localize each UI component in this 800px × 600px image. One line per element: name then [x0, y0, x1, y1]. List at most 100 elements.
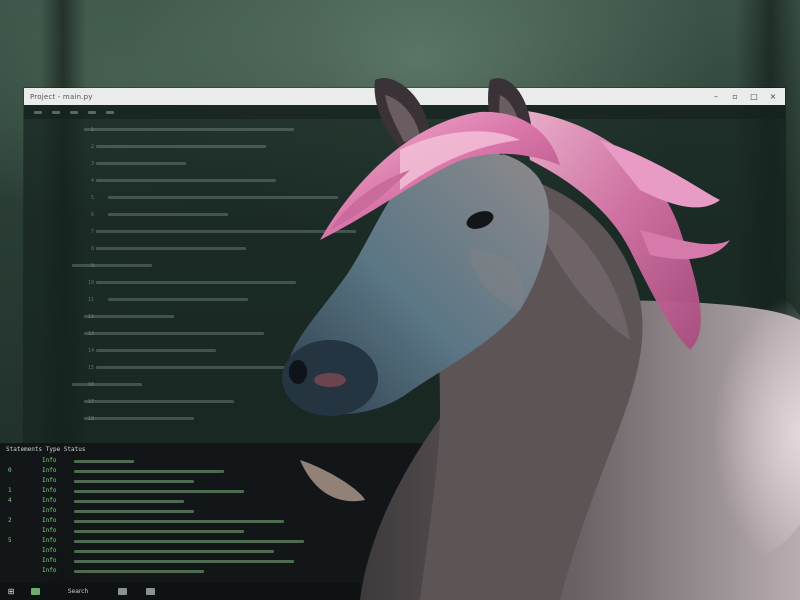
restore-icon[interactable]: ▫ — [729, 91, 741, 103]
browser-icon — [145, 588, 155, 595]
taskbar-app-button[interactable] — [22, 583, 48, 600]
terminal-row-message — [74, 490, 244, 493]
editor-toolbar — [24, 105, 785, 119]
terminal-row-message — [74, 560, 294, 563]
terminal-row-message — [74, 530, 244, 533]
line-number: 5 — [90, 195, 94, 201]
close-icon[interactable]: × — [767, 91, 779, 103]
terminal-row: Info — [0, 507, 380, 517]
terminal-row-index: 0 — [8, 467, 12, 474]
folder-icon — [117, 588, 127, 595]
terminal-row-tag: Info — [42, 517, 57, 524]
code-line[interactable] — [96, 145, 266, 148]
code-line[interactable] — [96, 247, 246, 250]
window-titlebar[interactable]: Project - main.py – ▫ □ × — [24, 88, 785, 105]
network-icon[interactable] — [726, 588, 733, 595]
start-button[interactable]: ⊞ — [0, 583, 22, 600]
code-line[interactable] — [96, 179, 276, 182]
code-line[interactable] — [108, 213, 228, 216]
window-title: Project - main.py — [30, 92, 93, 101]
code-line[interactable] — [96, 281, 296, 284]
terminal-row-tag: Info — [42, 557, 57, 564]
terminal-row-message — [74, 540, 304, 543]
terminal-header: Statements Type Status — [6, 446, 86, 453]
terminal-row: Info — [0, 477, 380, 487]
terminal-row: 0 Info — [0, 467, 380, 477]
system-tray: 12:00 — [726, 588, 800, 595]
code-editor-window[interactable]: Project - main.py – ▫ □ × 1 2 3 4 5 6 7 8 9 10 11 1… — [24, 88, 785, 443]
terminal-app-icon — [30, 588, 40, 595]
terminal-row-tag: Info — [42, 507, 57, 514]
terminal-row-message — [74, 550, 274, 553]
code-line[interactable] — [84, 128, 294, 131]
line-number: 15 — [87, 365, 94, 371]
code-line[interactable] — [84, 332, 264, 335]
terminal-row: Info — [0, 567, 380, 577]
terminal-row-tag: Info — [42, 457, 57, 464]
code-line[interactable] — [96, 349, 216, 352]
terminal-row-message — [74, 480, 194, 483]
code-line[interactable] — [84, 315, 174, 318]
toolbar-file-icon[interactable] — [34, 110, 42, 114]
line-number: 3 — [90, 161, 94, 167]
terminal-row-message — [74, 500, 184, 503]
terminal-row-message — [74, 510, 194, 513]
code-line[interactable] — [96, 162, 186, 165]
code-editor-area[interactable]: 1 2 3 4 5 6 7 8 9 10 11 12 13 14 15 16 17 18 — [24, 119, 785, 443]
minimize-icon[interactable]: – — [710, 91, 722, 103]
code-line[interactable] — [96, 230, 356, 233]
line-number: 8 — [90, 246, 94, 252]
line-number: 14 — [87, 348, 94, 354]
terminal-row: 4 Info — [0, 497, 380, 507]
taskbar-search[interactable]: Search — [48, 583, 108, 600]
terminal-row-tag: Info — [42, 487, 57, 494]
terminal-panel[interactable]: Statements Type Status Info 0 Info Info 1 Inf… — [0, 443, 800, 583]
line-number: 6 — [90, 212, 94, 218]
terminal-row: 5 Info — [0, 537, 380, 547]
toolbar-edit-icon[interactable] — [52, 110, 60, 114]
line-number: 2 — [90, 144, 94, 150]
battery-icon[interactable] — [758, 588, 765, 595]
toolbar-run-icon[interactable] — [88, 110, 96, 114]
maximize-icon[interactable]: □ — [748, 91, 760, 103]
terminal-row-tag: Info — [42, 567, 57, 574]
terminal-row-tag: Info — [42, 527, 57, 534]
terminal-row-index: 4 — [8, 497, 12, 504]
code-line[interactable] — [72, 264, 152, 267]
line-number: 10 — [87, 280, 94, 286]
terminal-row: Info — [0, 527, 380, 537]
volume-icon[interactable] — [742, 588, 749, 595]
taskbar: ⊞ Search 12:00 — [0, 583, 800, 600]
terminal-row: 1 Info — [0, 487, 380, 497]
toolbar-debug-icon[interactable] — [106, 110, 114, 114]
terminal-row-message — [74, 460, 134, 463]
terminal-row-message — [74, 520, 284, 523]
line-number: 11 — [87, 297, 94, 303]
terminal-row: Info — [0, 457, 380, 467]
code-line[interactable] — [108, 298, 248, 301]
code-line[interactable] — [84, 400, 234, 403]
taskbar-app-button[interactable] — [108, 583, 136, 600]
line-number: 7 — [90, 229, 94, 235]
line-number: 4 — [90, 178, 94, 184]
terminal-row-tag: Info — [42, 467, 57, 474]
terminal-row-tag: Info — [42, 477, 57, 484]
clock[interactable]: 12:00 — [775, 588, 792, 595]
code-line[interactable] — [108, 196, 338, 199]
terminal-row-tag: Info — [42, 537, 57, 544]
terminal-row: Info — [0, 557, 380, 567]
terminal-row: Info — [0, 547, 380, 557]
taskbar-app-button[interactable] — [136, 583, 164, 600]
code-line[interactable] — [84, 417, 194, 420]
code-line[interactable] — [96, 366, 306, 369]
search-label: Search — [67, 588, 89, 595]
toolbar-view-icon[interactable] — [70, 110, 78, 114]
code-line[interactable] — [72, 383, 142, 386]
terminal-row-message — [74, 470, 224, 473]
terminal-row-tag: Info — [42, 547, 57, 554]
terminal-row-index: 5 — [8, 537, 12, 544]
terminal-row-tag: Info — [42, 497, 57, 504]
terminal-row-index: 2 — [8, 517, 12, 524]
terminal-row: 2 Info — [0, 517, 380, 527]
terminal-row-message — [74, 570, 204, 573]
